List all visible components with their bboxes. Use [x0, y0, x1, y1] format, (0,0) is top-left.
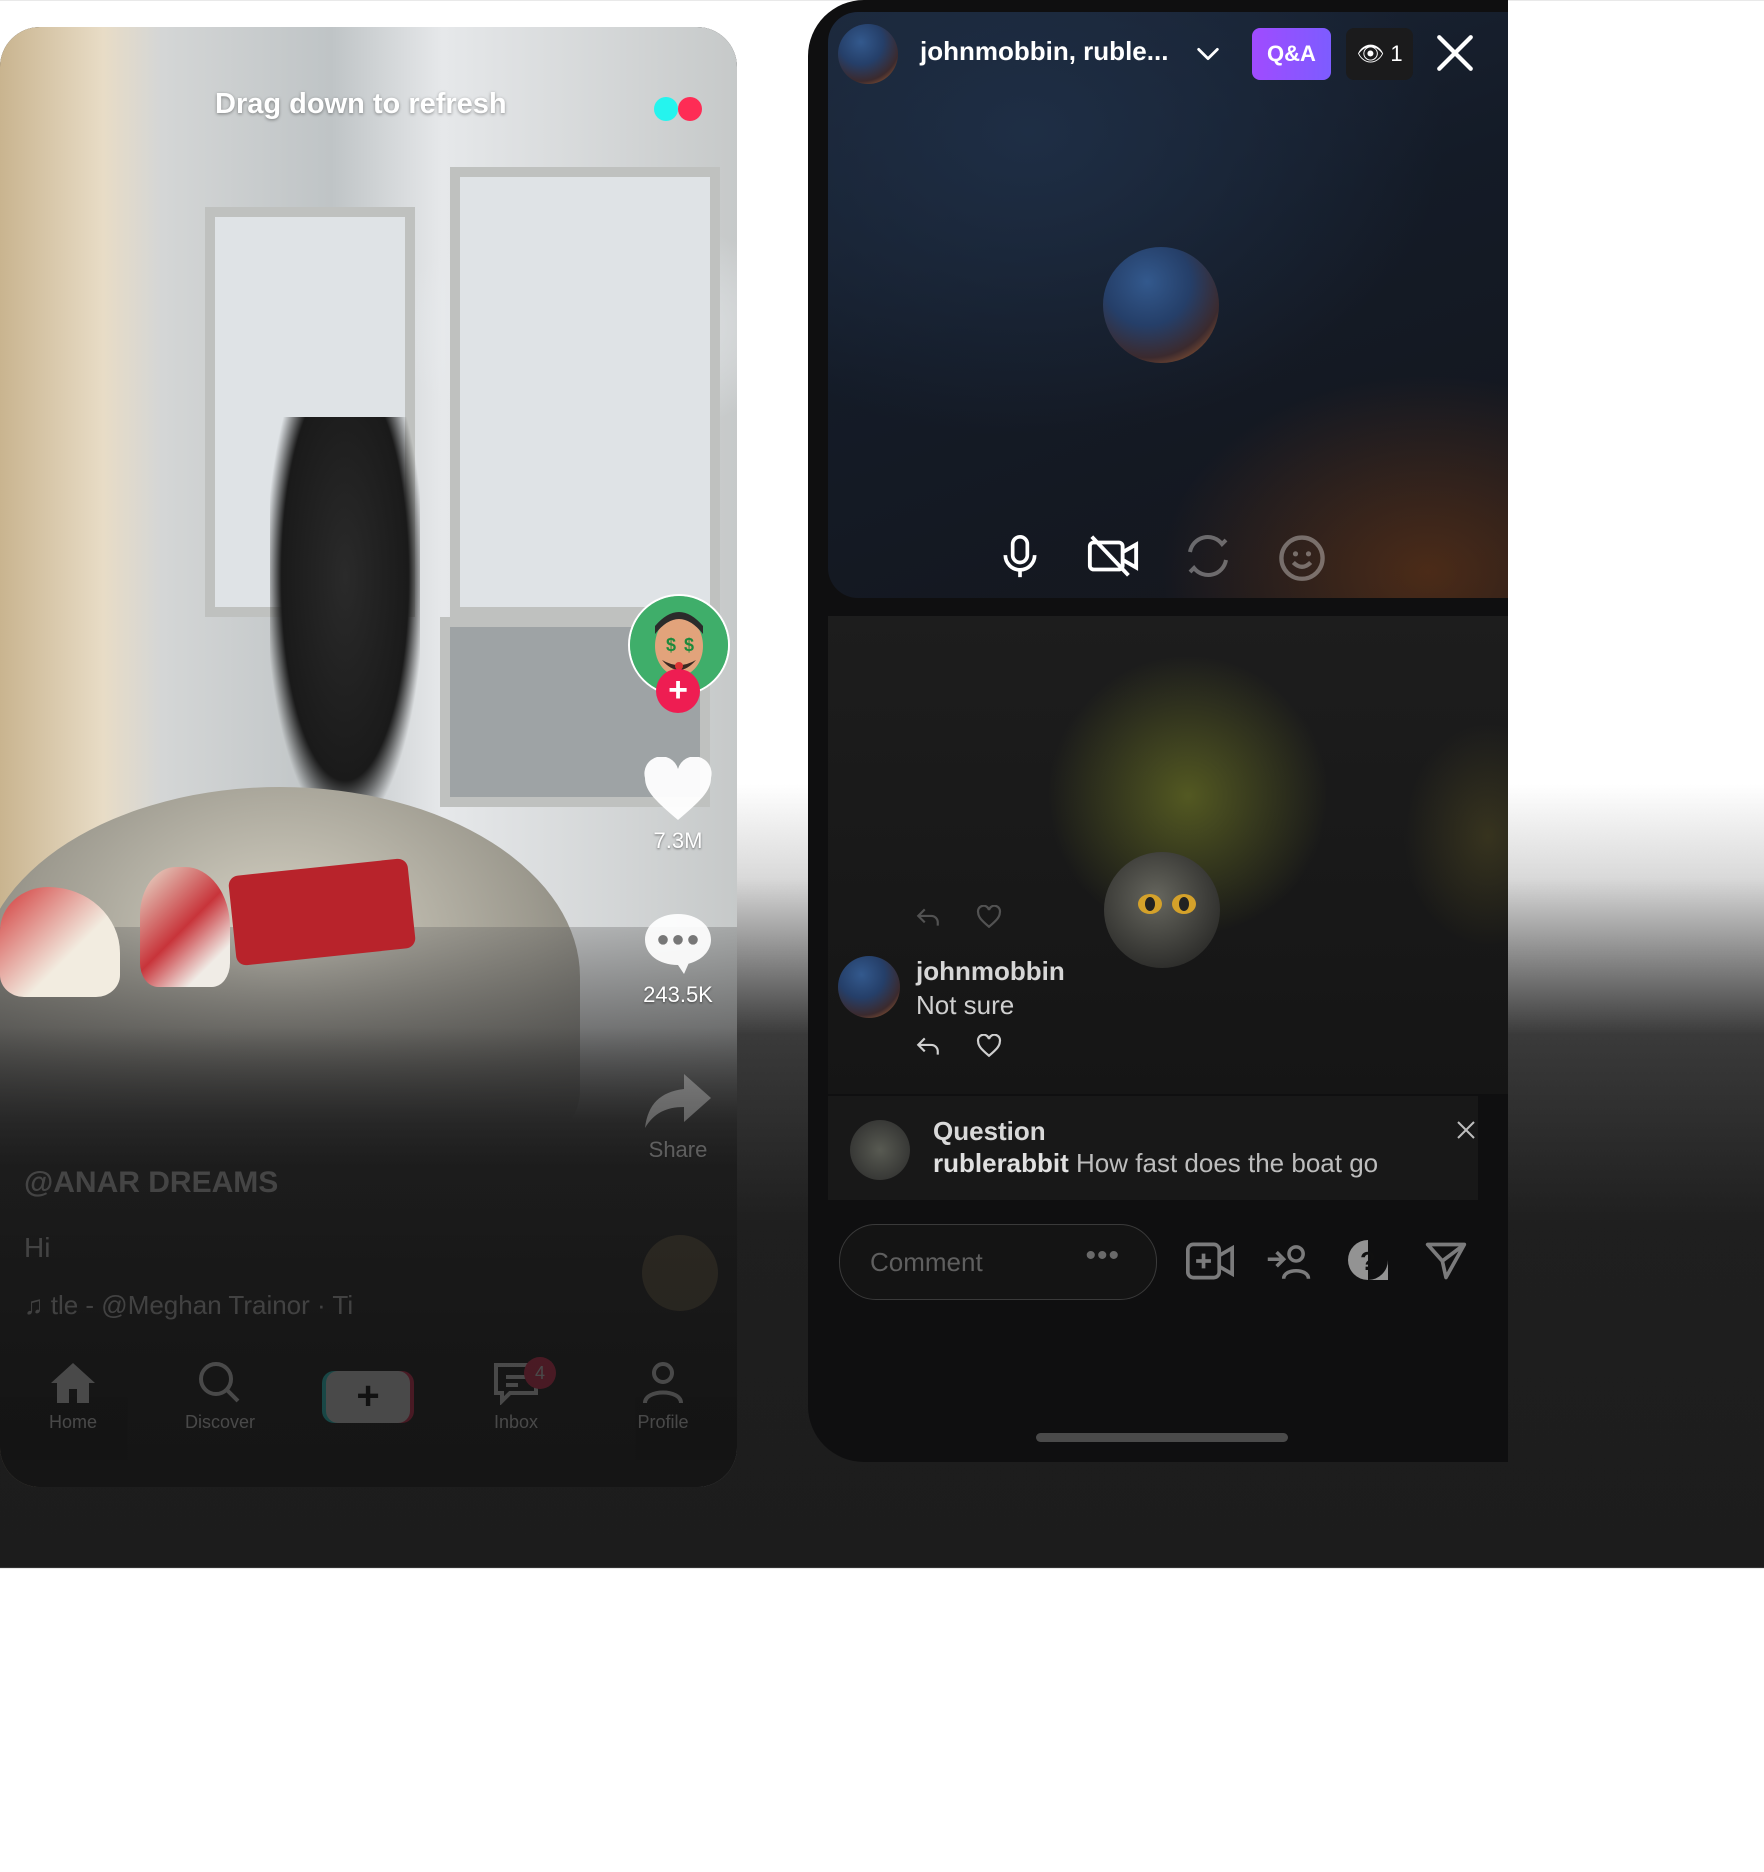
close-icon[interactable]: [1434, 32, 1476, 74]
dismiss-question-icon[interactable]: [1454, 1118, 1478, 1142]
guest-avatar[interactable]: [1104, 852, 1220, 968]
comment-bubble-icon: [645, 914, 711, 974]
music-info[interactable]: ♫ tle - @Meghan Trainor · Ti: [24, 1290, 353, 1321]
question-icon[interactable]: ?: [1344, 1236, 1392, 1284]
nav-discover-label: Discover: [184, 1412, 255, 1432]
person-throwing-money: [270, 417, 420, 817]
svg-text:?: ?: [1360, 1246, 1376, 1276]
share-label: Share: [648, 1137, 708, 1162]
comment-placeholder: Comment: [870, 1247, 983, 1277]
caption-text: Hi: [24, 1232, 51, 1263]
video-feed-screen[interactable]: Drag down to refresh $ $ + 7.3M 243.5K S…: [0, 27, 737, 1487]
comment-button[interactable]: 243.5K: [628, 911, 728, 1008]
loader-dot-red: [678, 97, 702, 121]
heart-outline-icon-faded[interactable]: [976, 905, 1002, 929]
participants-title[interactable]: johnmobbin, ruble...: [920, 36, 1168, 67]
commenter-avatar[interactable]: [838, 956, 900, 1018]
host-avatar[interactable]: [838, 24, 898, 84]
caption-username[interactable]: @ANAR DREAMS: [24, 1166, 278, 1200]
host-profile-orb: [1103, 247, 1219, 363]
question-text: How fast does the boat go: [1076, 1148, 1379, 1178]
red-bag: [227, 857, 417, 967]
like-count: 7.3M: [653, 828, 703, 853]
nav-profile-label: Profile: [637, 1412, 689, 1432]
share-button[interactable]: Share: [628, 1070, 728, 1163]
comment-username[interactable]: johnmobbin: [916, 956, 1065, 987]
viewer-count: 1: [1390, 41, 1403, 66]
nav-inbox[interactable]: Inbox: [456, 1361, 576, 1433]
music-disc[interactable]: [642, 1235, 718, 1311]
send-icon[interactable]: [1424, 1240, 1468, 1282]
nav-discover[interactable]: Discover: [160, 1361, 280, 1433]
reply-icon-faded[interactable]: [915, 905, 941, 929]
music-title: tle - @Meghan Trainor · Ti: [50, 1290, 354, 1320]
question-line: rublerabbit How fast does the boat go: [933, 1148, 1378, 1179]
heart-outline-icon[interactable]: [976, 1034, 1002, 1058]
svg-text:$: $: [666, 635, 676, 655]
qa-button[interactable]: Q&A: [1252, 28, 1331, 80]
effects-icon[interactable]: [1276, 530, 1328, 582]
more-options-icon[interactable]: •••: [1085, 1239, 1120, 1273]
eye-icon: 👁: [1356, 41, 1385, 66]
comment-input[interactable]: Comment •••: [839, 1224, 1157, 1300]
profile-icon: [643, 1362, 683, 1404]
loader-dot-cyan: [654, 97, 678, 121]
home-icon: [51, 1363, 95, 1403]
create-button[interactable]: +: [326, 1371, 410, 1423]
music-note-icon: ♫: [24, 1290, 51, 1320]
camera-off-icon[interactable]: [1086, 532, 1140, 580]
comment-text: Not sure: [916, 990, 1015, 1020]
reply-icon[interactable]: [915, 1034, 941, 1058]
home-indicator: [1036, 1433, 1288, 1442]
heart-icon: [644, 756, 712, 820]
nav-inbox-label: Inbox: [493, 1412, 539, 1432]
nav-home[interactable]: Home: [13, 1361, 133, 1433]
question-avatar: [850, 1120, 910, 1180]
window-right: [450, 167, 720, 617]
inbox-badge: 4: [524, 1357, 556, 1389]
invite-icon[interactable]: [1266, 1240, 1312, 1282]
sneaker-right: [140, 867, 230, 987]
search-icon: [199, 1362, 240, 1403]
question-username: rublerabbit: [933, 1148, 1069, 1178]
flip-camera-icon[interactable]: [1182, 532, 1234, 580]
chevron-down-icon[interactable]: [1194, 40, 1222, 68]
follow-button[interactable]: +: [656, 669, 700, 713]
question-title: Question: [933, 1116, 1046, 1146]
nav-profile[interactable]: Profile: [603, 1361, 723, 1433]
add-video-icon[interactable]: [1186, 1240, 1234, 1282]
guest-face-icon: [1138, 894, 1196, 914]
bottom-nav: Home Discover + Inbox 4 Profile: [0, 1353, 737, 1460]
mic-icon[interactable]: [998, 532, 1042, 582]
nav-home-label: Home: [48, 1412, 97, 1432]
loading-indicator: [654, 97, 702, 121]
comment-count: 243.5K: [643, 982, 713, 1007]
svg-text:$: $: [684, 635, 694, 655]
refresh-hint: Drag down to refresh: [215, 88, 507, 120]
like-button[interactable]: 7.3M: [628, 756, 728, 854]
share-arrow-icon: [645, 1074, 711, 1128]
viewer-count-badge[interactable]: 👁 1: [1346, 28, 1413, 80]
